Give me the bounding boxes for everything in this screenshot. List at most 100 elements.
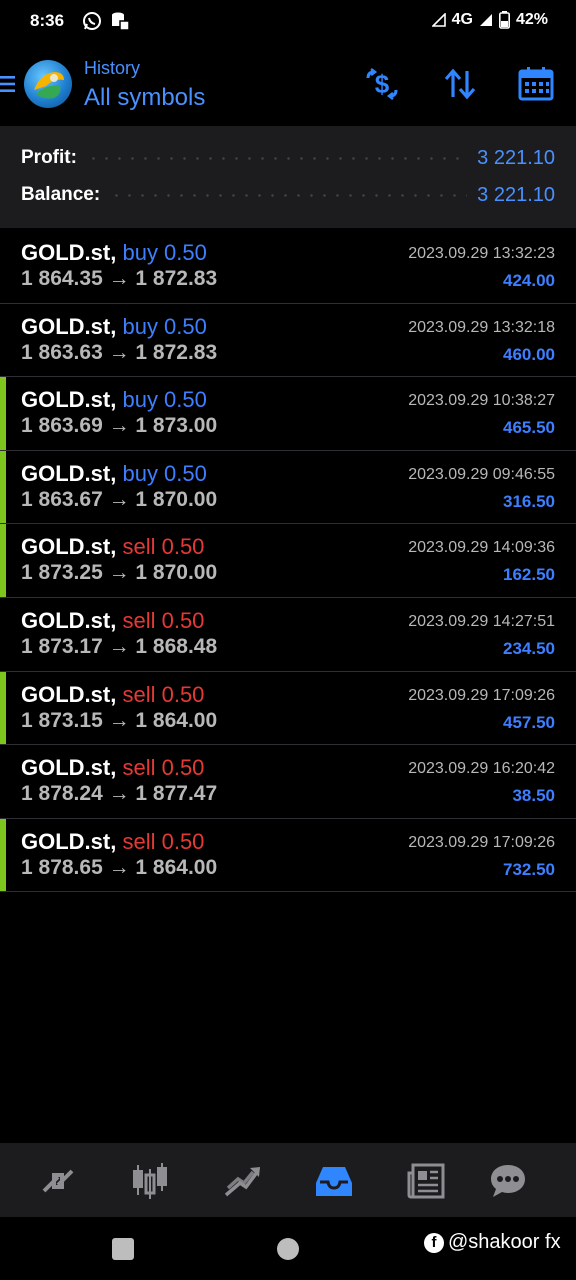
deal-prices: 1 873.17 → 1 868.48 xyxy=(21,634,218,658)
battery-icon xyxy=(498,11,510,29)
deal-row[interactable]: GOLD.st, buy 0.50 1 864.35 → 1 872.83 2023… xyxy=(0,230,576,304)
deal-marker xyxy=(0,671,6,745)
deal-type: sell 0.50 xyxy=(122,607,205,633)
whatsapp-icon xyxy=(83,12,101,30)
deal-type: buy 0.50 xyxy=(122,313,207,339)
menu-icon[interactable] xyxy=(0,74,16,94)
deal-prices: 1 873.15 → 1 864.00 xyxy=(21,708,218,732)
deal-title: GOLD.st, buy 0.50 xyxy=(21,240,207,266)
nav-history[interactable] xyxy=(312,1159,356,1203)
logo-icon xyxy=(34,72,64,99)
deal-prices: 1 864.35 → 1 872.83 xyxy=(21,267,218,290)
deal-symbol: GOLD.st, xyxy=(21,313,117,339)
dotted-leader xyxy=(110,193,468,197)
deal-type: sell 0.50 xyxy=(122,681,205,707)
trade-icon xyxy=(224,1167,260,1197)
battery-level: 42% xyxy=(515,11,548,28)
balance-value: 3 221.10 xyxy=(477,183,555,206)
svg-text:$: $ xyxy=(375,69,390,99)
deal-symbol: GOLD.st, xyxy=(21,460,117,486)
signal-strength-icon xyxy=(479,14,492,26)
deal-profit: 38.50 xyxy=(512,786,555,806)
deal-row[interactable]: GOLD.st, sell 0.50 1 878.65 → 1 864.00 202… xyxy=(0,818,576,893)
status-notification-icons xyxy=(82,11,130,31)
nav-news[interactable] xyxy=(404,1159,448,1203)
deals-filter-button[interactable]: $ xyxy=(362,64,402,104)
deal-profit: 234.50 xyxy=(503,638,555,658)
deal-title: GOLD.st, buy 0.50 xyxy=(21,387,207,413)
app-header: History All symbols $ xyxy=(0,44,576,126)
deal-time: 2023.09.29 09:46:55 xyxy=(408,465,555,483)
header-title[interactable]: All symbols xyxy=(84,84,205,112)
deal-type: buy 0.50 xyxy=(122,387,207,413)
sort-icon xyxy=(444,68,476,100)
deal-row[interactable]: GOLD.st, buy 0.50 1 863.63 → 1 872.83 2023… xyxy=(0,304,576,378)
deal-type: buy 0.50 xyxy=(122,460,207,486)
deal-marker xyxy=(0,450,6,524)
deal-row[interactable]: GOLD.st, buy 0.50 1 863.67 → 1 870.00 2023… xyxy=(0,450,576,525)
deal-marker xyxy=(0,818,6,892)
deal-row[interactable]: GOLD.st, sell 0.50 1 873.17 → 1 868.48 202… xyxy=(0,598,576,672)
deal-row[interactable]: GOLD.st, sell 0.50 1 873.15 → 1 864.00 202… xyxy=(0,671,576,746)
status-time: 8:36 xyxy=(30,11,65,30)
profit-row: Profit: 3 221.10 xyxy=(21,143,555,173)
deal-profit: 457.50 xyxy=(503,712,555,732)
signal-icon xyxy=(431,13,446,27)
deal-title: GOLD.st, sell 0.50 xyxy=(21,829,204,855)
deal-prices: 1 863.63 → 1 872.83 xyxy=(21,340,218,364)
network-type: 4G xyxy=(451,11,473,28)
deal-profit: 732.50 xyxy=(503,859,555,879)
deal-marker xyxy=(0,377,6,450)
deal-type: sell 0.50 xyxy=(122,534,205,560)
deal-time: 2023.09.29 17:09:26 xyxy=(408,833,555,851)
deal-symbol: GOLD.st, xyxy=(21,607,117,633)
nav-chart[interactable] xyxy=(128,1159,172,1203)
deal-prices: 1 878.24 → 1 877.47 xyxy=(21,782,218,806)
deal-type: sell 0.50 xyxy=(122,755,205,781)
deal-time: 2023.09.29 17:09:26 xyxy=(408,686,555,704)
deal-row[interactable]: GOLD.st, sell 0.50 1 878.24 → 1 877.47 202… xyxy=(0,745,576,819)
nav-quotes[interactable] xyxy=(36,1159,80,1203)
quotes-icon xyxy=(42,1169,74,1193)
nav-chat[interactable] xyxy=(486,1159,530,1203)
metatrader-logo[interactable] xyxy=(24,60,72,108)
balance-label: Balance: xyxy=(21,184,101,205)
deal-row[interactable]: GOLD.st, sell 0.50 1 873.25 → 1 870.00 202… xyxy=(0,524,576,598)
deal-profit: 316.50 xyxy=(503,491,555,511)
deal-prices: 1 863.67 → 1 870.00 xyxy=(21,487,218,511)
deal-time: 2023.09.29 14:09:36 xyxy=(408,539,555,557)
deal-prices: 1 873.25 → 1 870.00 xyxy=(21,561,218,585)
history-icon xyxy=(316,1167,352,1196)
deal-symbol: GOLD.st, xyxy=(21,240,117,265)
status-system-icons: 4G 42% xyxy=(431,11,548,29)
deal-symbol: GOLD.st, xyxy=(21,828,117,854)
sort-button[interactable] xyxy=(440,64,480,104)
nav-trade[interactable] xyxy=(220,1159,264,1203)
watermark-text: @shakoor fx xyxy=(448,1231,561,1253)
home-button[interactable] xyxy=(277,1238,299,1260)
calendar-icon xyxy=(518,67,554,101)
deal-title: GOLD.st, buy 0.50 xyxy=(21,461,207,487)
deal-prices: 1 863.69 → 1 873.00 xyxy=(21,414,218,438)
chat-icon xyxy=(491,1165,525,1197)
deals-filter-icon: $ xyxy=(366,68,398,100)
watermark: f @shakoor fx xyxy=(424,1231,561,1254)
system-navigation-bar: f @shakoor fx xyxy=(0,1217,576,1280)
calendar-button[interactable] xyxy=(516,64,556,104)
balance-row: Balance: 3 221.10 xyxy=(21,180,555,210)
deal-row[interactable]: GOLD.st, buy 0.50 1 863.69 → 1 873.00 2023… xyxy=(0,377,576,451)
deal-time: 2023.09.29 14:27:51 xyxy=(408,612,555,630)
recents-button[interactable] xyxy=(112,1238,134,1260)
header-subtitle: History xyxy=(84,58,141,78)
deal-title: GOLD.st, sell 0.50 xyxy=(21,682,204,708)
deal-profit: 465.50 xyxy=(503,418,555,438)
deal-profit: 162.50 xyxy=(503,565,555,585)
deal-title: GOLD.st, sell 0.50 xyxy=(21,534,204,560)
deal-profit: 460.00 xyxy=(503,344,555,364)
deal-time: 2023.09.29 10:38:27 xyxy=(408,392,555,410)
bottom-navigation xyxy=(0,1143,576,1217)
deal-symbol: GOLD.st, xyxy=(21,681,117,707)
deal-symbol: GOLD.st, xyxy=(21,534,117,560)
news-icon xyxy=(407,1163,445,1199)
deal-prices: 1 878.65 → 1 864.00 xyxy=(21,855,218,879)
